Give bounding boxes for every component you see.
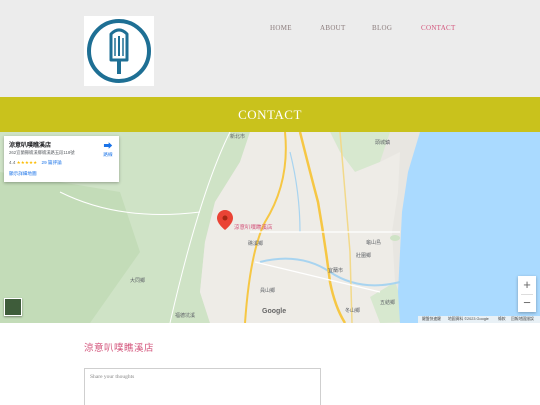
terms-link[interactable]: 條款: [498, 317, 506, 322]
google-logo: Google: [262, 308, 287, 315]
nav-home[interactable]: HOME: [270, 24, 292, 32]
page-title: CONTACT: [238, 107, 302, 122]
map-label: 大同鄉: [130, 277, 145, 284]
keyboard-shortcuts-link[interactable]: 鍵盤快速鍵: [422, 317, 441, 322]
message-textarea[interactable]: [84, 368, 321, 405]
directions-icon: ⮕: [103, 141, 113, 151]
rating-stars-icon: ★★★★★: [16, 160, 38, 165]
zoom-divider: [521, 294, 533, 295]
report-error-link[interactable]: 回報地圖錯誤: [511, 317, 534, 322]
map-label: 壯圍鄉: [356, 252, 371, 259]
satellite-toggle[interactable]: [4, 298, 22, 316]
nav-contact[interactable]: CONTACT: [421, 24, 456, 32]
map-label: 新北市: [230, 133, 245, 140]
place-address: 262宜蘭縣礁溪鄉礁溪路五段118號: [9, 150, 75, 155]
map-label: 龜山島: [366, 239, 381, 246]
zoom-in-button[interactable]: +: [518, 276, 536, 294]
business-name: 涼意叭噗瞧溪店: [84, 344, 155, 354]
map-label: 宜蘭市: [328, 267, 343, 274]
nav-about[interactable]: ABOUT: [320, 24, 346, 32]
main-nav: HOME ABOUT BLOG CONTACT: [0, 24, 540, 36]
map-label: 頭城鎮: [375, 139, 390, 146]
rating-value: 4.4: [9, 160, 16, 165]
directions-button[interactable]: ⮕ 路線: [100, 142, 116, 158]
map-place-card: 涼意叭噗瞧溪店 262宜蘭縣礁溪鄉礁溪路五段118號 4.4 ★★★★★ 29 …: [4, 136, 119, 182]
place-rating: 4.4 ★★★★★ 29 篇評論: [9, 160, 62, 166]
directions-label: 路線: [103, 152, 113, 157]
reviews-link[interactable]: 29 篇評論: [42, 160, 62, 165]
site-header: HOME ABOUT BLOG CONTACT: [0, 0, 540, 97]
map-data-text: 地圖資料 ©2023 Google: [448, 317, 489, 321]
place-name: 涼意叭噗瞧溪店: [9, 143, 52, 149]
map-footer: 鍵盤快速鍵 地圖資料 ©2023 Google 條款 回報地圖錯誤: [418, 316, 540, 323]
zoom-control: + −: [518, 276, 536, 312]
map-pin-label: 涼意叭噗瞧溪店: [234, 223, 273, 231]
map-label: 五結鄉: [380, 299, 395, 306]
map-label: 礁溪鄉: [248, 240, 263, 247]
view-larger-map-link[interactable]: 顯示詳細地圖: [9, 171, 37, 177]
map-label: 福德坑溪: [175, 312, 195, 319]
map-label: 員山鄉: [260, 287, 275, 294]
nav-blog[interactable]: BLOG: [372, 24, 392, 32]
zoom-out-button[interactable]: −: [518, 294, 536, 312]
map-label: 冬山鄉: [345, 307, 360, 314]
contact-banner: CONTACT: [0, 97, 540, 132]
